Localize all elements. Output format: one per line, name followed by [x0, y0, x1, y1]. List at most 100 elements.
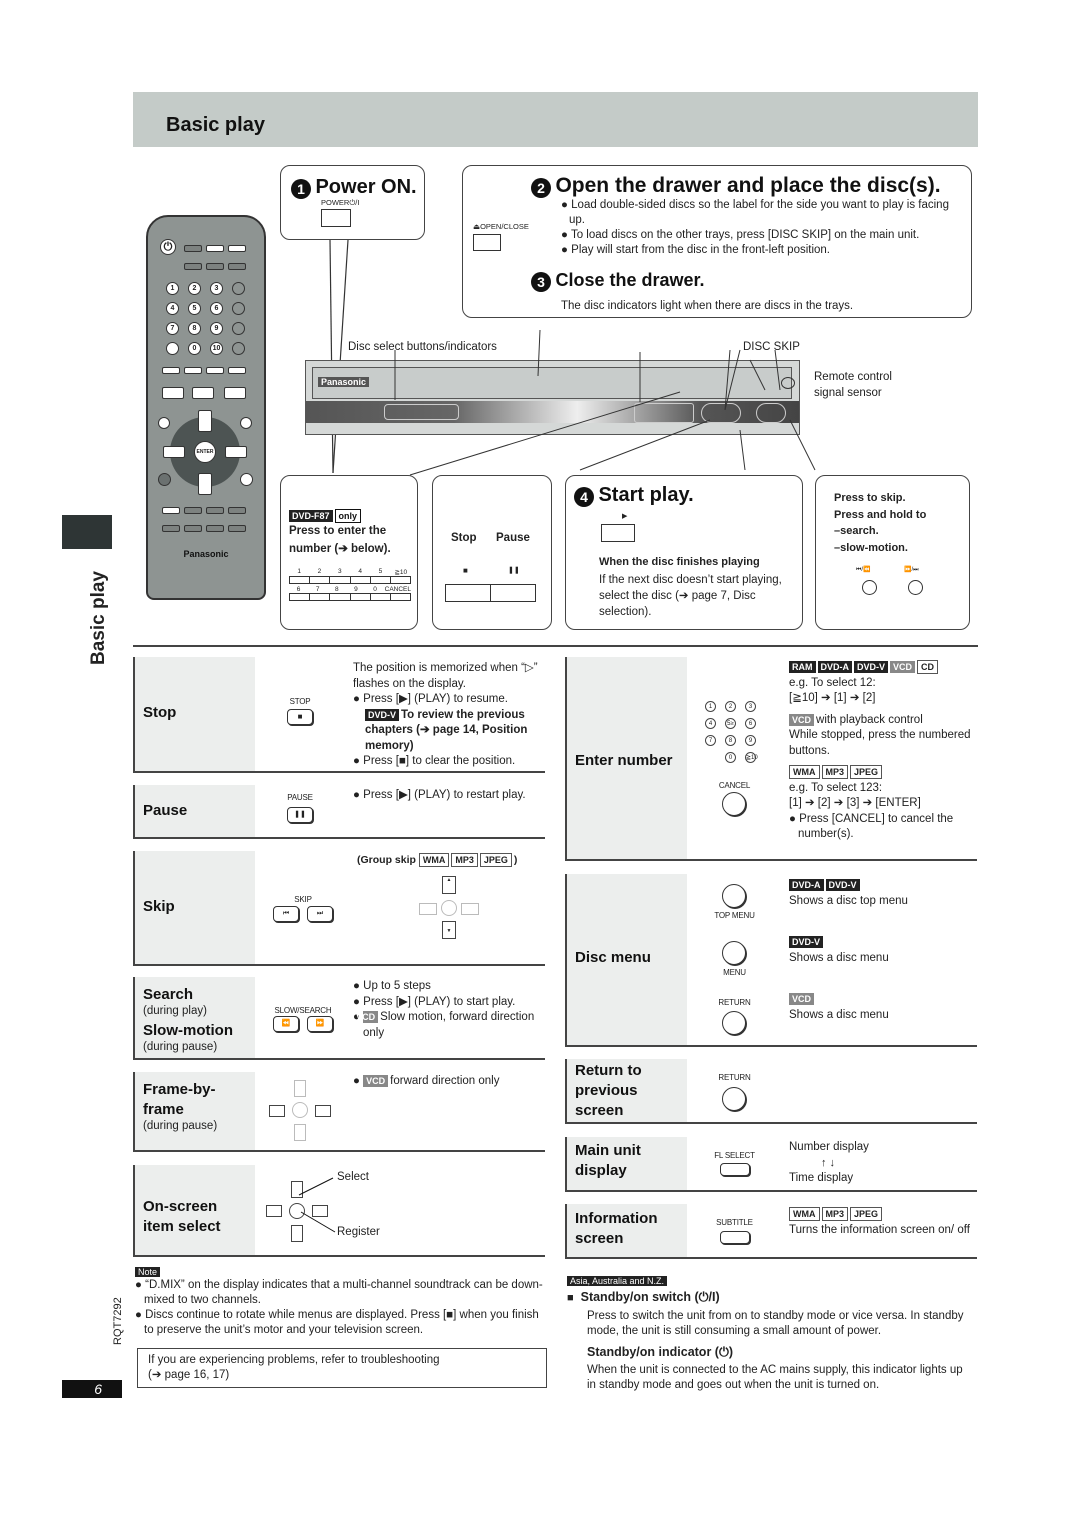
left-button[interactable] — [266, 1205, 282, 1217]
enter-button[interactable] — [441, 900, 457, 916]
up-button[interactable] — [294, 1080, 306, 1097]
dvd-v-tag: DVD-V — [365, 708, 400, 721]
number-key[interactable] — [330, 594, 351, 600]
return-button[interactable] — [722, 1011, 746, 1035]
step2-title: Open the drawer and place the disc(s). — [555, 174, 941, 197]
skip-forward-button[interactable] — [908, 580, 923, 595]
left-button[interactable] — [269, 1105, 285, 1117]
table-row-stop: Stop STOP ■ The position is memorized wh… — [133, 657, 545, 773]
number-button-grid: 1 2 3 4 5 ≧10 6 7 8 9 0 CANCEL — [289, 566, 411, 601]
top-menu-button[interactable] — [722, 884, 746, 908]
slow-search-label: SLOW/SEARCH — [274, 1006, 332, 1015]
table-row-pause: Pause PAUSE ❚❚ ● Press [▶] (PLAY) to res… — [133, 785, 545, 839]
stop-button[interactable]: ■ — [287, 709, 313, 725]
row-label: Skip — [143, 898, 175, 915]
power-button[interactable] — [321, 209, 351, 227]
step1-title: Power ON. — [315, 176, 417, 198]
skip-forward-button[interactable]: ⏭ — [307, 906, 333, 922]
troubleshoot-link[interactable]: (➔ page 16, 17) — [148, 1368, 536, 1383]
number-key[interactable] — [310, 577, 331, 583]
down-button[interactable] — [294, 1124, 306, 1141]
skip-button-label: SKIP — [294, 895, 312, 904]
remote-brand: Panasonic — [183, 549, 229, 559]
keypad-key[interactable]: 9 — [745, 735, 756, 746]
step3-text: The disc indicators light when there are… — [561, 300, 854, 312]
skip-back-button[interactable]: ⏮ — [273, 906, 299, 922]
number-key-label: 7 — [315, 586, 320, 593]
keypad-key[interactable]: ≧10 — [745, 752, 758, 763]
number-key[interactable] — [351, 594, 371, 600]
number-key[interactable] — [290, 577, 311, 583]
number-key[interactable] — [391, 577, 410, 583]
standby-switch-text: Press to switch the unit from on to stan… — [587, 1310, 964, 1337]
step2-3-box: 2 Open the drawer and place the disc(s).… — [462, 165, 972, 318]
keypad-key[interactable]: 5≥ — [725, 718, 736, 729]
number-key-label: CANCEL — [384, 586, 411, 593]
top-menu-label: TOP MENU — [714, 911, 755, 920]
enter-button[interactable] — [292, 1102, 308, 1118]
menu-button[interactable] — [722, 941, 746, 965]
left-button[interactable] — [419, 903, 437, 915]
skip-back-icon: ⏮/⏪ — [856, 567, 871, 573]
fl-select-button[interactable] — [720, 1163, 750, 1176]
step4-box: 4 Start play. ▶ When the disc finishes p… — [565, 475, 803, 630]
right-button[interactable] — [315, 1105, 331, 1117]
stop-button[interactable] — [445, 584, 491, 602]
up-button[interactable]: ▲ — [442, 876, 456, 894]
row-label: Pause — [143, 802, 188, 819]
number-key[interactable] — [310, 594, 331, 600]
subtitle-button[interactable] — [720, 1231, 750, 1244]
table-row-onscreen: On-screen item select Select Register — [133, 1165, 545, 1257]
skip-back-button[interactable] — [862, 580, 877, 595]
troubleshoot-box: If you are experiencing problems, refer … — [137, 1348, 547, 1388]
keypad-key[interactable]: 1 — [705, 701, 716, 712]
note-bullet: ● “D.MIX” on the display indicates that … — [135, 1279, 543, 1306]
table-row-skip: Skip SKIP ⏮ ⏭ (Group skip WMA MP3 JPEG) ▲ … — [133, 851, 545, 966]
rewind-button[interactable]: ⏪ — [273, 1016, 299, 1032]
finish-title: When the disc finishes playing — [599, 556, 760, 568]
register-label: Register — [337, 1226, 380, 1238]
play-button[interactable] — [601, 524, 635, 542]
fast-forward-button[interactable]: ⏩ — [307, 1016, 333, 1032]
number-key-label: 0 — [373, 586, 377, 593]
number-callout-text2: number (➔ below). — [289, 543, 391, 555]
number-key[interactable] — [371, 594, 391, 600]
keypad-key[interactable]: 7 — [705, 735, 716, 746]
number-key[interactable] — [351, 577, 371, 583]
return-button[interactable] — [722, 1087, 746, 1111]
number-key[interactable] — [391, 594, 410, 600]
right-button[interactable] — [461, 903, 479, 915]
note-label: Note — [135, 1267, 161, 1277]
keypad-key[interactable]: 4 — [705, 718, 716, 729]
row-label: Disc menu — [575, 949, 651, 966]
skip-forward-icon: ⏩/⏭ — [904, 567, 919, 573]
power-button-label: POWER⏻/I — [321, 198, 360, 207]
number-key-label: 9 — [354, 586, 358, 593]
row-label: Return to previous screen — [575, 1062, 642, 1119]
keypad-key[interactable]: 3 — [745, 701, 756, 712]
skip-callout: Press to skip. Press and hold to –search… — [815, 475, 970, 630]
cancel-button[interactable] — [722, 792, 746, 816]
keypad-key[interactable]: 6 — [745, 718, 756, 729]
pause-button[interactable]: ❚❚ — [287, 807, 313, 823]
row-label-2: Slow-motion — [143, 1022, 233, 1039]
region-tag: Asia, Australia and N.Z. — [567, 1276, 668, 1286]
number-key[interactable] — [330, 577, 351, 583]
note-bullet: ● Discs continue to rotate while menus a… — [135, 1309, 539, 1336]
cancel-label: CANCEL — [718, 781, 751, 790]
keypad-key[interactable]: 8 — [725, 735, 736, 746]
page-header: Basic play — [133, 92, 978, 147]
row-label: Search — [143, 986, 194, 1003]
skip-line: Press and hold to — [834, 508, 927, 521]
number-key[interactable] — [371, 577, 391, 583]
keypad-key[interactable]: 0 — [725, 752, 736, 763]
row-label: Main unit display — [575, 1142, 641, 1179]
pause-button[interactable] — [490, 584, 536, 602]
keypad-key[interactable]: 2 — [725, 701, 736, 712]
number-key-label: ≧10 — [394, 569, 408, 576]
open-close-button[interactable] — [473, 234, 501, 251]
down-button[interactable]: ▼ — [442, 921, 456, 939]
step4-title: Start play. — [598, 484, 694, 506]
number-key[interactable] — [290, 594, 311, 600]
select-label: Select — [337, 1171, 369, 1183]
